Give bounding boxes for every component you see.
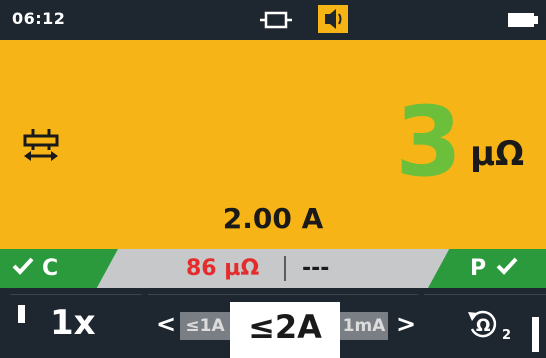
badge-letter-p: P <box>470 256 487 281</box>
softkey-bar: 1x < ≤1A 1mA ≤2A > Ω 2 <box>0 288 546 358</box>
range-option-selected[interactable]: ≤2A <box>230 302 340 358</box>
range-option-prev[interactable]: ≤1A <box>180 312 230 340</box>
null-ohm-icon: Ω 2 <box>464 307 516 345</box>
checkmark-icon <box>12 249 34 288</box>
null-subscript: 2 <box>502 328 511 341</box>
main-reading-unit: µΩ <box>470 134 524 174</box>
pass-badge-p: P <box>428 249 546 288</box>
range-prev-arrow[interactable]: < <box>156 310 176 338</box>
range-next-arrow[interactable]: > <box>396 310 416 338</box>
secondary-reading: 86 µΩ <box>186 256 260 281</box>
continuity-arrows-icon <box>22 126 60 172</box>
battery-icon <box>508 12 538 32</box>
badge-letter-c: C <box>42 256 59 281</box>
pass-badge-c: C <box>0 249 118 288</box>
checkmark-icon <box>496 249 518 288</box>
null-softkey[interactable]: Ω 2 <box>424 294 546 352</box>
result-strip: C 86 µΩ --- P <box>0 249 546 288</box>
test-current-value: 2.00 A <box>222 202 324 235</box>
range-option-next[interactable]: 1mA <box>340 312 388 340</box>
main-reading-value: 3 <box>395 86 462 198</box>
tertiary-reading: --- <box>302 256 330 281</box>
continuity-mode-icon <box>258 8 294 36</box>
level-bar <box>18 305 25 323</box>
level-bar <box>532 317 539 352</box>
range-selector-softkey[interactable]: < ≤1A 1mA ≤2A > <box>148 294 418 358</box>
svg-text:Ω: Ω <box>476 316 490 336</box>
clock-time: 06:12 <box>12 9 66 28</box>
reading-divider <box>284 256 286 281</box>
status-bar: 06:12 <box>0 0 546 40</box>
multiplier-softkey[interactable]: 1x <box>10 294 142 352</box>
measurement-display: 3 µΩ 2.00 A <box>0 40 546 249</box>
multiplier-label: 1x <box>50 303 96 343</box>
buzzer-on-icon <box>318 5 348 37</box>
